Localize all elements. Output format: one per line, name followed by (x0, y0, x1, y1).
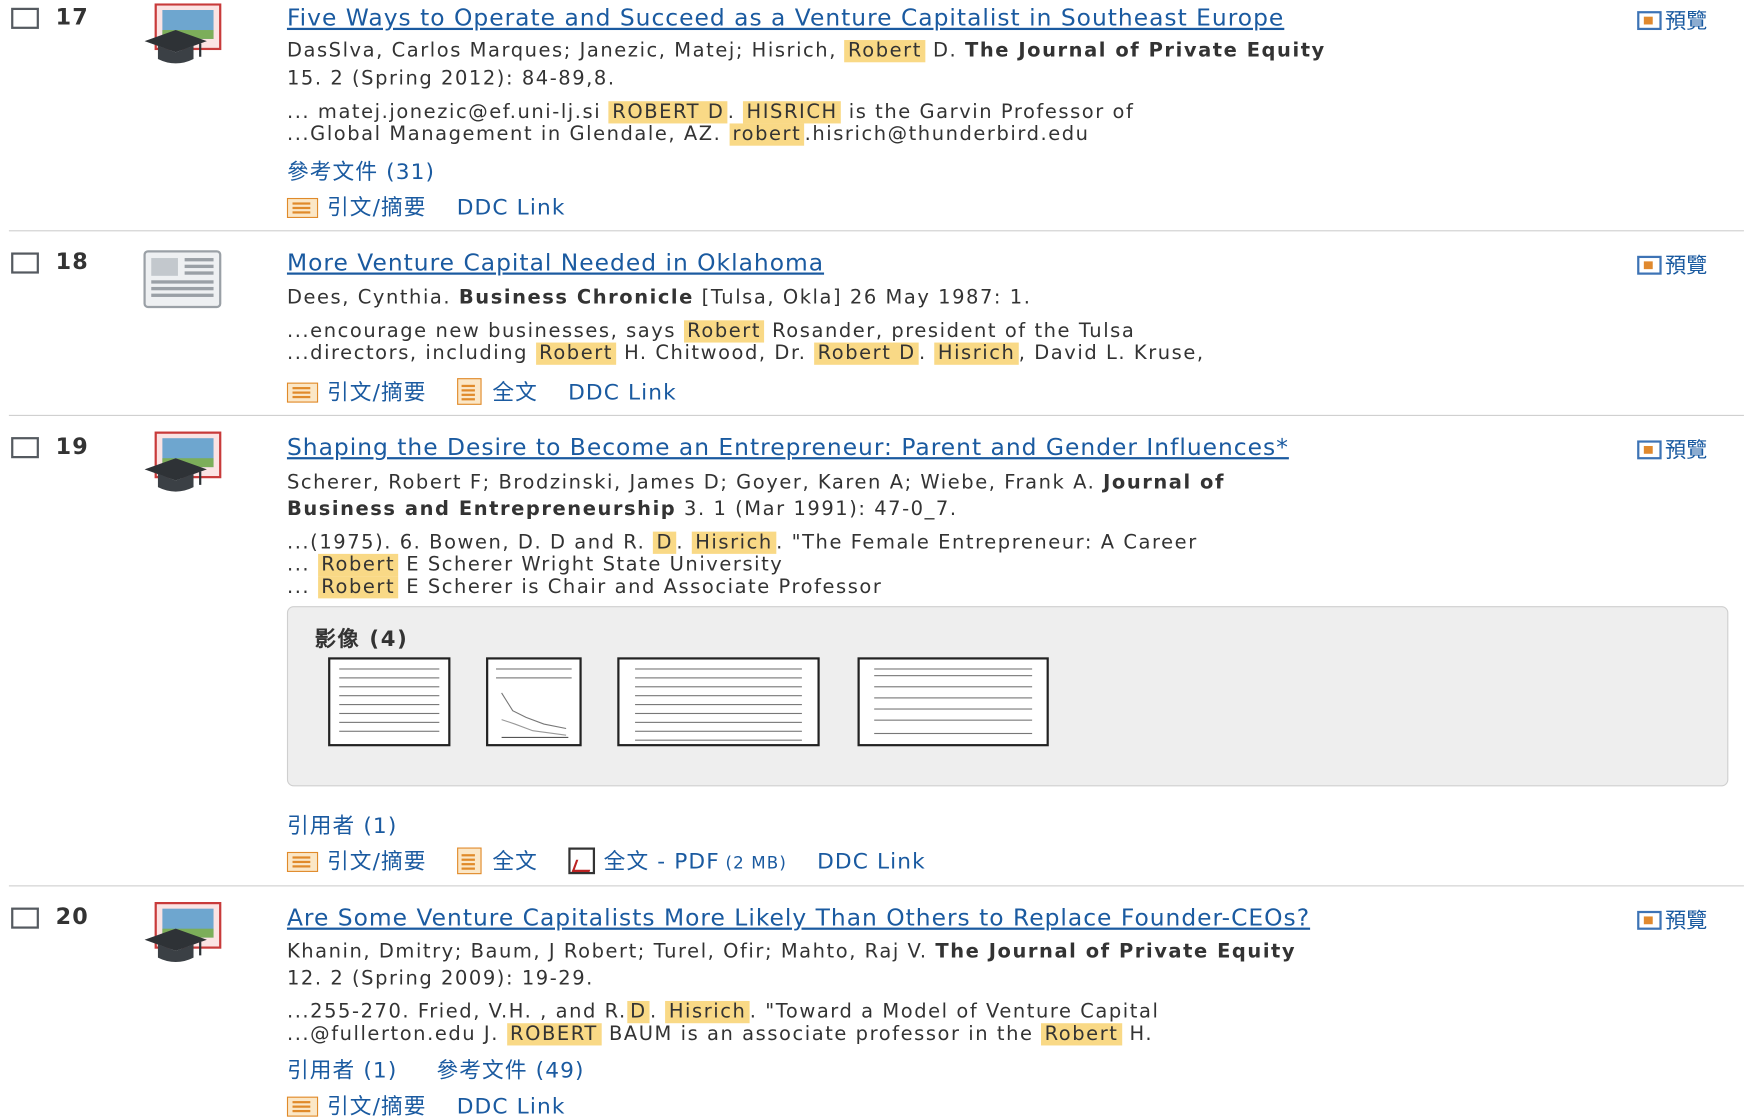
ddc-link[interactable]: DDC Link (457, 195, 566, 221)
preview-icon (1637, 255, 1662, 275)
pdf-icon (568, 847, 595, 875)
full-text-link[interactable]: 全文 (456, 378, 538, 405)
image-thumbnail[interactable] (486, 657, 582, 747)
citation-abstract-link[interactable]: 引文/摘要 (286, 195, 427, 220)
snippet-line: ...255-270. Fried, V.H. , and R. D. Hisri… (286, 1000, 1160, 1024)
images-panel: 影像 (4) (286, 606, 1729, 787)
citation-abstract-icon (286, 851, 319, 872)
citation-abstract-link[interactable]: 引文/摘要 (286, 1093, 427, 1119)
preview-icon (1637, 910, 1662, 930)
select-checkbox[interactable] (11, 907, 39, 929)
snippet-line: ... Robert E Scherer is Chair and Associ… (286, 576, 883, 599)
ddc-link[interactable]: DDC Link (568, 379, 677, 405)
references-link[interactable]: 參考文件 (49) (436, 1058, 584, 1084)
links-row: 引文/摘要 全文 DDC Link (286, 374, 677, 406)
scholarly-journal-icon (144, 901, 222, 963)
newspaper-icon (143, 250, 222, 309)
full-text-icon (456, 847, 482, 875)
result-title-link[interactable]: Are Some Venture Capitalists More Likely… (287, 904, 1310, 931)
result-number: 17 (55, 3, 89, 31)
scholarly-journal-icon (144, 431, 222, 492)
result-number: 18 (55, 248, 89, 275)
image-thumbnail[interactable] (857, 657, 1049, 747)
citation-line-2: Business and Entrepreneurship 3. 1 (Mar … (286, 498, 958, 521)
result-title-link[interactable]: More Venture Capital Needed in Oklahoma (287, 249, 824, 276)
cited-by-link[interactable]: 引用者 (1) (287, 1058, 397, 1084)
full-text-icon (456, 378, 482, 405)
preview-button[interactable]: 預覽 (1637, 249, 1707, 279)
preview-icon (1637, 11, 1662, 31)
ddc-link[interactable]: DDC Link (457, 1093, 566, 1119)
citation-line: DasSlva, Carlos Marques; Janezic, Matej;… (286, 40, 1326, 63)
citation-abstract-link[interactable]: 引文/摘要 (286, 379, 427, 405)
select-checkbox[interactable] (11, 437, 39, 459)
citation-line-2: 12. 2 (Spring 2009): 19-29. (286, 967, 594, 990)
citation-abstract-icon (286, 1096, 319, 1117)
preview-button[interactable]: 預覽 (1637, 434, 1707, 464)
full-text-pdf-link[interactable]: 全文 - PDF (2 MB) (568, 847, 787, 875)
record-divider (8, 414, 1744, 416)
result-title-link[interactable]: Five Ways to Operate and Succeed as a Ve… (287, 4, 1284, 31)
image-thumbnail[interactable] (328, 657, 451, 747)
snippet-line: ... matej.jonezic@ef.uni-lj.si ROBERT D.… (286, 101, 1135, 124)
snippet-line: ...@fullerton.edu J. ROBERT BAUM is an a… (286, 1023, 1154, 1046)
record-divider (8, 230, 1744, 232)
preview-icon (1637, 440, 1662, 460)
image-thumbnail[interactable] (617, 657, 820, 747)
preview-button[interactable]: 預覽 (1637, 904, 1707, 934)
citation-line-2: 15. 2 (Spring 2012): 84-89,8. (286, 67, 616, 91)
citation-line: Khanin, Dmitry; Baum, J Robert; Turel, O… (286, 940, 1297, 964)
snippet-line: ...(1975). 6. Bowen, D. D and R. D. Hisr… (286, 531, 1198, 554)
links-row: 引文/摘要 全文 全文 - PDF (2 MB) DDC Link (286, 843, 926, 875)
preview-button[interactable]: 預覽 (1637, 4, 1707, 34)
chart-thumbnail-icon (501, 692, 569, 738)
links-row: 引文/摘要 DDC Link (286, 189, 566, 221)
references-link[interactable]: 參考文件 (31) (287, 153, 435, 185)
snippet-line: ...Global Management in Glendale, AZ. ro… (286, 123, 1090, 146)
result-number: 20 (55, 903, 89, 930)
result-number: 19 (55, 432, 89, 460)
record-divider (8, 885, 1744, 887)
result-title-link[interactable]: Shaping the Desire to Become an Entrepre… (287, 434, 1289, 461)
images-label: 影像 (4) (314, 627, 409, 652)
citation-line: Dees, Cynthia. Business Chronicle [Tulsa… (286, 286, 1032, 310)
scholarly-journal-icon (144, 3, 222, 64)
citation-abstract-link[interactable]: 引文/摘要 (286, 849, 427, 874)
citation-abstract-icon (286, 197, 319, 218)
citation-abstract-icon (286, 382, 319, 403)
citation-line: Scherer, Robert F; Brodzinski, James D; … (286, 471, 1226, 494)
snippet-line: ...directors, including Robert H. Chitwo… (286, 342, 1205, 365)
ddc-link[interactable]: DDC Link (817, 849, 926, 875)
cited-refs-row: 引用者 (1) 參考文件 (49) (287, 1052, 585, 1084)
snippet-line: ... Robert E Scherer Wright State Univer… (286, 553, 784, 577)
select-checkbox[interactable] (11, 7, 39, 29)
snippet-line: ...encourage new businesses, says Robert… (286, 320, 1136, 343)
links-row: 引文/摘要 DDC Link (286, 1088, 566, 1120)
cited-by-link[interactable]: 引用者 (1) (287, 807, 397, 839)
select-checkbox[interactable] (11, 252, 39, 274)
full-text-link[interactable]: 全文 (456, 847, 538, 875)
